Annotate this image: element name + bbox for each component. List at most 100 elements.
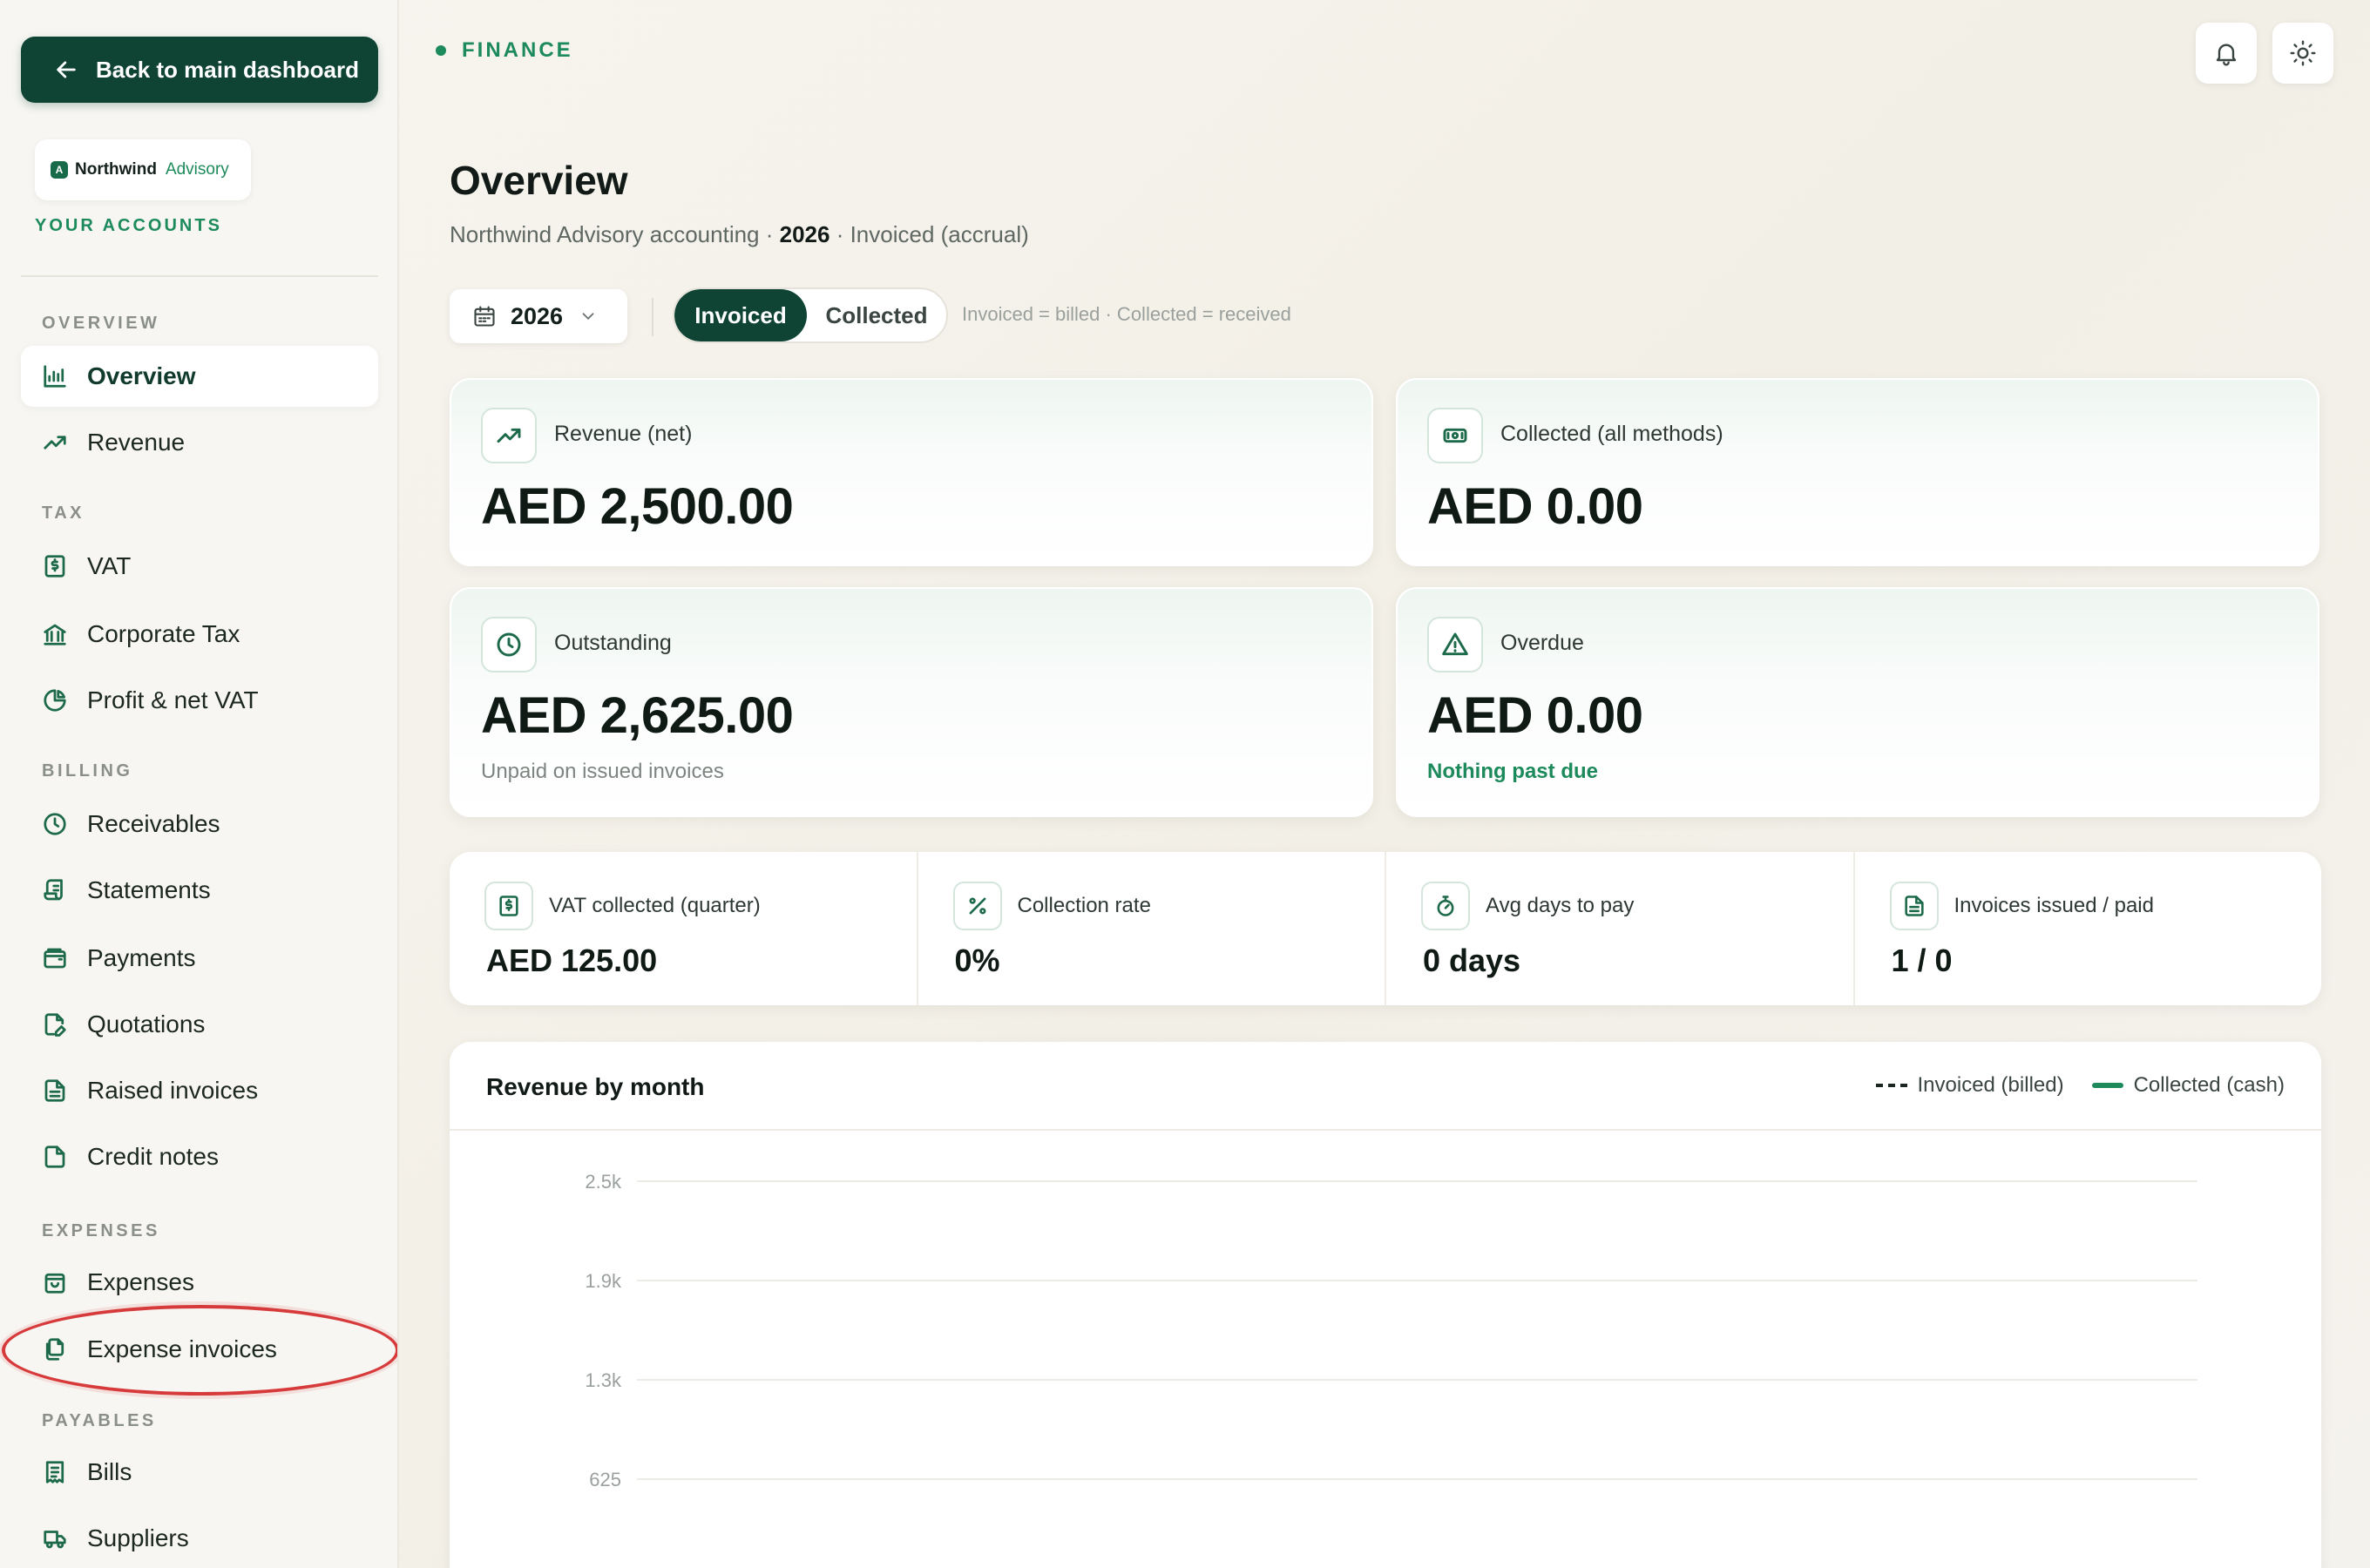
back-button-label: Back to main dashboard [96,56,359,83]
sidebar-divider [21,275,378,277]
kpi-value: AED 2,625.00 [481,687,794,744]
section-label-tax: TAX [42,504,85,523]
status-dot [436,45,446,56]
stat-badge [1889,882,1939,930]
sidebar-item-label: Profit & net VAT [87,686,259,713]
filter-divider [652,298,653,336]
sidebar-item-receivables[interactable]: Receivables [21,794,378,855]
arrow-left-icon [57,61,76,78]
document-icon [44,1146,65,1168]
cash-icon [1443,428,1467,443]
section-breadcrumb-label: FINANCE [462,38,573,62]
chart-legend: Invoiced (billed) Collected (cash) [1848,1073,2285,1098]
brand-sub: Advisory [165,160,229,179]
sidebar-item-profit-net-vat[interactable]: Profit & net VAT [21,670,378,731]
sidebar-item-credit-notes[interactable]: Credit notes [21,1126,378,1187]
percent-icon [969,897,985,915]
kpi-value: AED 0.00 [1427,478,1643,535]
sidebar-item-expense-invoices[interactable]: Expense invoices [21,1319,378,1380]
segment-invoiced[interactable]: Invoiced [674,289,807,341]
stat-badge [1421,882,1470,930]
y-tick-label: 1.9k [585,1270,622,1292]
bank-icon [44,624,66,645]
y-tick-label: 1.3k [585,1369,622,1391]
y-tick-label: 625 [589,1469,621,1490]
chevron-down-icon [582,313,594,321]
stat-label: Invoices issued / paid [1954,894,2154,917]
back-to-dashboard-button[interactable]: Back to main dashboard [21,37,378,103]
theme-toggle-button[interactable] [2272,23,2333,84]
basis-hint: Invoiced = billed · Collected = received [962,303,1291,325]
sidebar-item-label: Overview [87,362,196,389]
kpi-note: Nothing past due [1427,760,1598,783]
revenue-chart-plot: 2.5k 1.9k 1.3k 625 [585,1171,2197,1490]
stat-label: VAT collected (quarter) [549,894,761,917]
sidebar-item-revenue[interactable]: Revenue [21,412,378,473]
sidebar-item-expenses[interactable]: Expenses [21,1252,378,1313]
section-label-billing: BILLING [42,761,133,781]
revenue-chart-card: Revenue by month Invoiced (billed) Colle… [450,1042,2321,1568]
subtitle-year: 2026 [779,221,830,247]
chart-title: Revenue by month [486,1073,705,1100]
legend-dash-swatch [1875,1084,1907,1087]
sidebar-item-label: Suppliers [87,1524,189,1551]
sidebar-item-bills[interactable]: Bills [21,1442,378,1503]
notifications-button[interactable] [2196,23,2257,84]
kpi-badge [1427,408,1483,463]
sidebar-item-label: Corporate Tax [87,620,240,647]
kpi-note: Unpaid on issued invoices [481,760,724,783]
sidebar-item-overview[interactable]: Overview [21,346,378,407]
shopping-bag-icon [44,1273,65,1294]
files-icon [45,1338,64,1361]
kpi-label: Outstanding [554,631,672,655]
sidebar-item-label: Quotations [87,1010,206,1037]
sidebar-item-suppliers[interactable]: Suppliers [21,1508,378,1568]
page-subtitle: Northwind Advisory accounting · 2026 · I… [450,221,1029,248]
stat-invoices-issued-paid: Invoices issued / paid 1 / 0 [1855,852,2322,1005]
sidebar-item-quotations[interactable]: Quotations [21,994,378,1055]
year-select[interactable]: 2026 [450,289,627,343]
trend-up-icon [44,436,66,449]
clock-icon [44,813,66,835]
bell-icon [2216,44,2237,66]
receipt-dollar-icon [44,555,65,578]
sidebar-item-label: Payments [87,944,196,971]
receipt-dollar-icon [499,896,518,916]
stat-badge [484,882,533,930]
basis-segmented-control: Invoiced Collected [673,287,948,343]
subtitle-suffix: · Invoiced (accrual) [830,221,1029,247]
document-edit-icon [44,1013,66,1037]
kpi-badge [481,408,537,463]
sun-icon [2290,40,2316,66]
calendar-icon [474,306,495,327]
document-icon [1904,896,1924,916]
wallet-icon [44,948,66,969]
kpi-label: Collected (all methods) [1500,422,1723,446]
sidebar-item-raised-invoices[interactable]: Raised invoices [21,1060,378,1121]
segment-collected[interactable]: Collected [807,289,946,341]
sidebar-item-statements[interactable]: Statements [21,860,378,921]
stat-value: 0 days [1423,943,1521,978]
clock-icon [497,632,521,657]
sidebar-item-vat[interactable]: VAT [21,536,378,597]
section-label-expenses: EXPENSES [42,1221,160,1240]
sidebar-item-label: Credit notes [87,1143,219,1170]
stat-avg-days: Avg days to pay 0 days [1386,852,1855,1005]
scroll-icon [44,879,63,901]
your-accounts-label: YOUR ACCOUNTS [35,216,222,235]
kpi-label: Overdue [1500,631,1584,655]
section-label-overview: OVERVIEW [42,314,160,333]
trend-up-icon [497,428,521,443]
account-brand-card[interactable]: A Northwind Advisory [35,139,251,200]
sidebar-item-corporate-tax[interactable]: Corporate Tax [21,604,378,665]
sidebar-item-label: Expense invoices [87,1335,277,1362]
stat-label: Avg days to pay [1486,894,1635,917]
legend-collected[interactable]: Collected (cash) [2091,1073,2285,1098]
kpi-card-outstanding: Outstanding AED 2,625.00 Unpaid on issue… [450,587,1373,817]
sidebar-item-payments[interactable]: Payments [21,928,378,989]
kpi-value: AED 2,500.00 [481,478,794,535]
section-label-payables: PAYABLES [42,1411,157,1430]
legend-invoiced[interactable]: Invoiced (billed) [1875,1073,2064,1098]
stat-value: AED 125.00 [486,943,658,978]
sidebar-item-label: VAT [87,552,132,579]
